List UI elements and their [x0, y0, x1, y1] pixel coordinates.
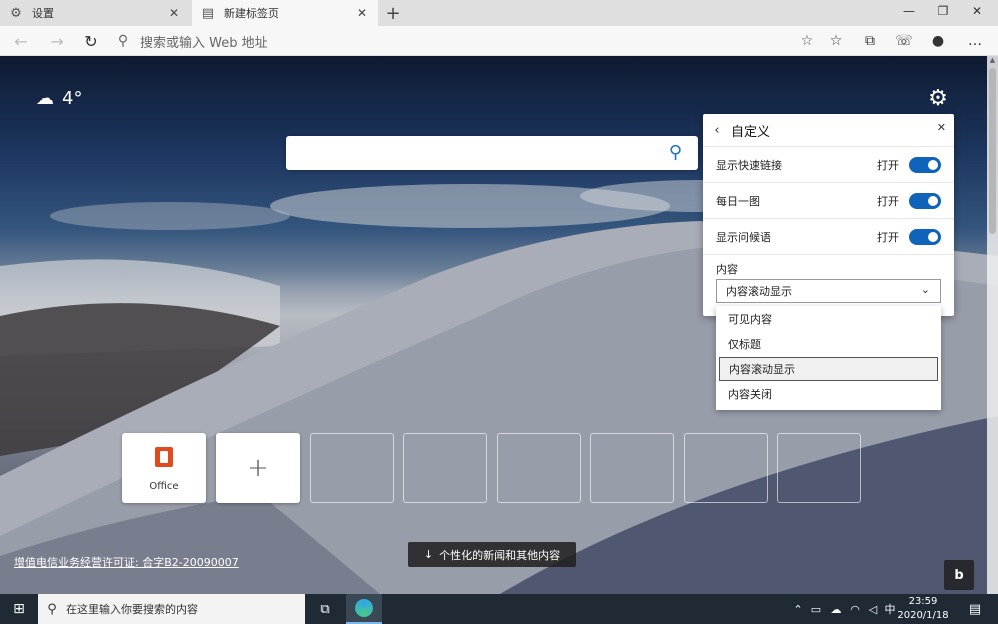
dropdown-option[interactable]: 仅标题 [719, 332, 938, 356]
quicklink-label: Office [149, 481, 179, 492]
personalized-news-button[interactable]: ↓ 个性化的新闻和其他内容 [408, 542, 576, 567]
content-select[interactable]: 内容滚动显示 ⌄ [716, 279, 941, 303]
setting-row-greeting: 显示问候语 打开 [703, 218, 954, 254]
page-settings-gear-icon[interactable]: ⚙ [926, 86, 950, 111]
toolbar: ← → ↻ ⚲ 搜索或输入 Web 地址 ☆ ☆ ⧉ ☏ ● … [0, 26, 998, 56]
taskbar-search-box[interactable]: ⚲ 在这里输入你要搜索的内容 [38, 594, 305, 624]
scroll-up-icon[interactable]: ▲ [987, 56, 998, 67]
new-tab-button[interactable]: + [380, 0, 406, 26]
content-dropdown-list: 可见内容 仅标题 内容滚动显示 内容关闭 [716, 306, 941, 410]
quicklink-empty [497, 433, 581, 503]
license-link[interactable]: 增值电信业务经营许可证: 合字B2-20090007 [14, 554, 239, 570]
tab-label: 新建标签页 [224, 7, 279, 20]
news-button-label: 个性化的新闻和其他内容 [439, 548, 561, 562]
panel-header: ‹ 自定义 ✕ [703, 114, 954, 146]
weather-widget[interactable]: ☁ 4° [36, 88, 82, 109]
collections-icon[interactable]: ⧉ [857, 29, 883, 53]
image-of-day-toggle[interactable] [909, 192, 941, 209]
back-button[interactable]: ← [8, 29, 34, 53]
bing-logo-button[interactable]: b [944, 560, 974, 590]
favorites-icon[interactable]: ☆ [823, 29, 849, 53]
volume-icon[interactable]: ◁ [865, 594, 881, 624]
minimize-button[interactable]: — [892, 0, 926, 22]
profile-avatar[interactable]: ● [925, 29, 951, 53]
customize-panel: ‹ 自定义 ✕ 显示快速链接 打开 每日一图 打开 显示问候语 打开 内容 内容… [703, 114, 954, 316]
quick-links-toggle[interactable] [909, 156, 941, 173]
tab-label: 设置 [32, 7, 54, 20]
more-menu-icon[interactable]: … [962, 29, 988, 53]
scrollbar[interactable]: ▲ [987, 56, 998, 594]
search-icon: ⚲ [117, 33, 129, 49]
select-value: 内容滚动显示 [726, 285, 792, 298]
chevron-up-icon[interactable]: ⌃ [790, 594, 806, 624]
quicklink-empty [403, 433, 487, 503]
close-icon[interactable]: ✕ [937, 121, 946, 134]
feedback-icon[interactable]: ☏ [891, 29, 917, 53]
edge-taskbar-app[interactable] [346, 594, 382, 624]
new-tab-page: ☁ 4° ⚙ ⚲ Office + 增值电信业务经营许可证: 合字B2-2009… [0, 56, 998, 594]
dropdown-option[interactable]: 内容关闭 [719, 382, 938, 406]
search-icon: ⚲ [47, 601, 57, 617]
maximize-button[interactable]: ❐ [926, 0, 960, 22]
quicklink-empty [777, 433, 861, 503]
forward-button[interactable]: → [44, 29, 70, 53]
wifi-icon[interactable]: ◠ [847, 594, 863, 624]
clock[interactable]: 23:59 2020/1/18 [896, 595, 950, 623]
search-box[interactable]: ⚲ [286, 136, 698, 170]
quicklink-empty [590, 433, 674, 503]
greeting-toggle[interactable] [909, 228, 941, 245]
setting-label: 显示问候语 [716, 230, 771, 244]
newtab-page-icon: ▤ [201, 5, 215, 21]
setting-state: 打开 [877, 230, 899, 244]
arrow-down-icon: ↓ [423, 548, 434, 561]
network-icon[interactable]: ▭ [808, 594, 824, 624]
setting-state: 打开 [877, 194, 899, 208]
chevron-down-icon: ⌄ [920, 283, 930, 296]
divider [703, 254, 954, 255]
dropdown-option-selected[interactable]: 内容滚动显示 [719, 357, 938, 381]
taskbar-search-placeholder: 在这里输入你要搜索的内容 [66, 603, 198, 616]
chevron-left-icon[interactable]: ‹ [703, 123, 731, 138]
dropdown-option[interactable]: 可见内容 [719, 307, 938, 331]
close-icon[interactable]: ✕ [166, 5, 182, 21]
gear-icon: ⚙ [10, 5, 22, 21]
setting-state: 打开 [877, 158, 899, 172]
tab-strip: ⚙ 设置 ✕ ▤ 新建标签页 ✕ + — ❐ ✕ [0, 0, 998, 26]
refresh-button[interactable]: ↻ [78, 29, 104, 53]
quicklink-empty [310, 433, 394, 503]
address-bar[interactable]: ⚲ 搜索或输入 Web 地址 ☆ [112, 29, 817, 53]
date: 2020/1/18 [897, 610, 949, 621]
tab-settings[interactable]: ⚙ 设置 ✕ [0, 0, 190, 26]
scrollbar-thumb[interactable] [989, 68, 996, 234]
tab-new-tab[interactable]: ▤ 新建标签页 ✕ [192, 0, 378, 26]
onedrive-cloud-icon[interactable]: ☁ [827, 594, 845, 624]
task-view-icon[interactable]: ⧉ [310, 594, 340, 624]
plus-icon: + [247, 453, 269, 483]
time: 23:59 [908, 596, 938, 607]
close-icon[interactable]: ✕ [354, 5, 370, 21]
temperature: 4° [62, 88, 83, 109]
close-window-button[interactable]: ✕ [960, 0, 994, 22]
panel-title: 自定义 [731, 124, 771, 140]
taskbar: ⊞ ⚲ 在这里输入你要搜索的内容 ⧉ ⌃ ▭ ☁ ◠ ◁ 中 23:59 202… [0, 594, 998, 624]
notification-icon[interactable]: ▤ [960, 594, 990, 624]
cloud-icon: ☁ [36, 88, 54, 109]
address-placeholder: 搜索或输入 Web 地址 [140, 35, 268, 51]
content-label: 内容 [716, 263, 738, 276]
quicklink-empty [684, 433, 768, 503]
setting-row-quick-links: 显示快速链接 打开 [703, 146, 954, 182]
add-quicklink-button[interactable]: + [216, 433, 300, 503]
edge-logo-icon [355, 599, 373, 617]
setting-label: 显示快速链接 [716, 158, 782, 172]
favorite-star-icon[interactable]: ☆ [797, 33, 817, 49]
office-logo-icon [155, 447, 173, 467]
windows-start-icon[interactable]: ⊞ [0, 594, 38, 624]
quicklink-office[interactable]: Office [122, 433, 206, 503]
setting-label: 每日一图 [716, 194, 760, 208]
search-icon[interactable]: ⚲ [669, 142, 682, 163]
setting-row-image-of-day: 每日一图 打开 [703, 182, 954, 218]
